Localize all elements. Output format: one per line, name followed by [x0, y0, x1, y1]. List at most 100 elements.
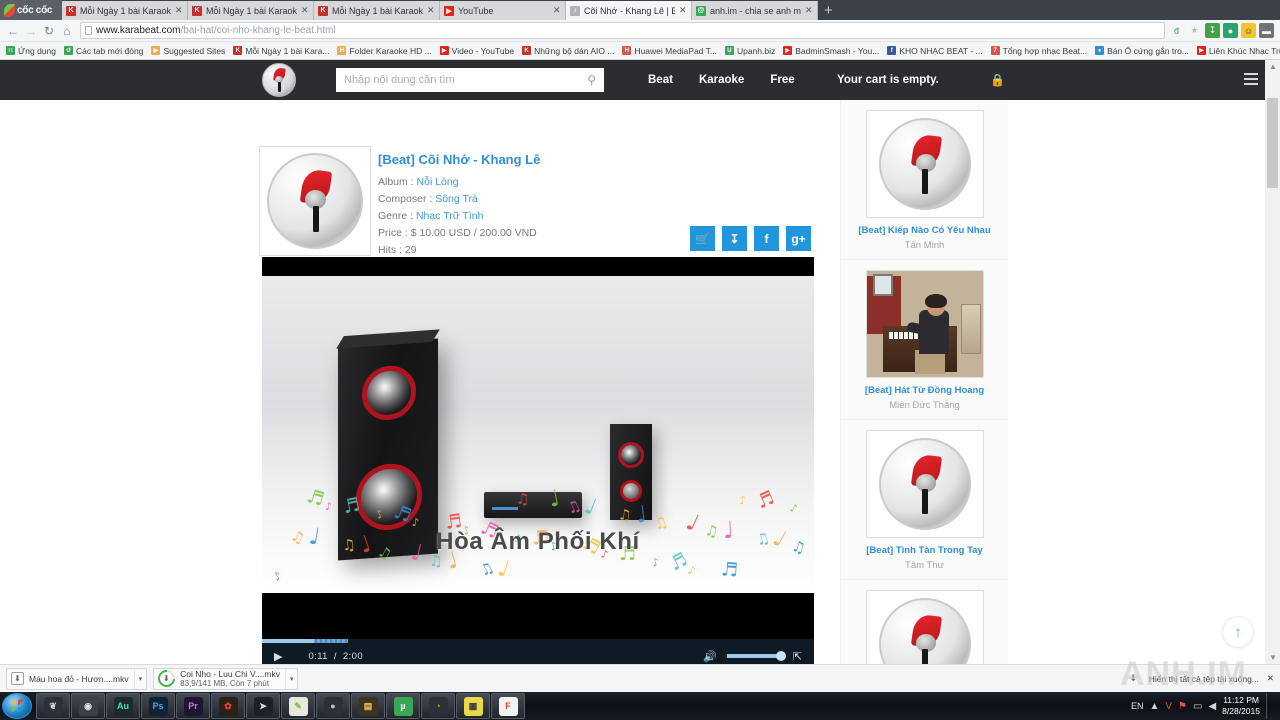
- taskbar-app-cursor[interactable]: ➤: [246, 693, 280, 719]
- tray-language-indicator[interactable]: EN: [1131, 701, 1144, 711]
- taskbar-app-media[interactable]: ◉: [71, 693, 105, 719]
- fullscreen-icon[interactable]: ⇱: [793, 650, 802, 663]
- taskbar-app-explorer[interactable]: ▤: [351, 693, 385, 719]
- browser-tab-4[interactable]: ♪ Cõi Nhớ - Khang Lê | Beat ✕: [566, 1, 692, 20]
- taskbar-app-premiere[interactable]: Pr: [176, 693, 210, 719]
- related-song-item[interactable]: [Beat] Tình Tàn Trong Tay Tâm Thư: [841, 420, 1008, 580]
- taskbar-app-disc[interactable]: ●: [316, 693, 350, 719]
- download-icon[interactable]: ↧: [1205, 23, 1220, 38]
- search-input[interactable]: [344, 74, 588, 86]
- scrollbar-thumb[interactable]: [1267, 98, 1278, 188]
- taskbar-app-firefox[interactable]: ◔: [421, 693, 455, 719]
- browser-tab-0[interactable]: K Mỗi Ngày 1 bài Karaoke!!! ✕: [62, 1, 188, 20]
- taskbar-app-audition[interactable]: Au: [106, 693, 140, 719]
- address-bar[interactable]: www.karabeat.com/bai-hat/coi-nho-khang-l…: [80, 22, 1165, 39]
- bookmark-2[interactable]: ▶ Suggested Sites: [148, 46, 228, 56]
- close-download-bar-button[interactable]: ✕: [1267, 673, 1274, 684]
- bookmark-7[interactable]: H Huawei MediaPad T...: [619, 46, 720, 56]
- lock-icon[interactable]: 🔒: [990, 73, 1005, 87]
- site-nav-item-karaoke[interactable]: Karaoke: [699, 74, 744, 86]
- tray-unikey-icon[interactable]: V: [1165, 701, 1172, 712]
- site-nav-item-beat[interactable]: Beat: [648, 74, 673, 86]
- video-player[interactable]: ♪ ♫ ♬ ♩ ♪ ♫ ♬ ♩ ♪ ♫ ♬ ♩ ♪ ♫ ♬ ♩ ♪ ♫ ♬ ♩ ♪ ♫ ♬ ♩ ♪ ♫ ♬ ♩ ♪ ♫ ♬ ♩ ♪ ♫ ♬ ♩ ♪ ♫ ♬ ♩…: [262, 257, 814, 664]
- new-tab-button[interactable]: +: [818, 2, 839, 20]
- tab-close-button[interactable]: ✕: [301, 5, 309, 16]
- bookmark-1[interactable]: ↺ Các tab mới đóng: [61, 46, 146, 56]
- google-plus-share-button[interactable]: g+: [786, 226, 811, 251]
- start-button[interactable]: [2, 693, 32, 719]
- browser-tab-3[interactable]: ▶ YouTube ✕: [440, 1, 566, 20]
- browser-tab-5[interactable]: @ anh.im - chia se anh mien ✕: [692, 1, 818, 20]
- reload-button[interactable]: ↻: [40, 24, 58, 38]
- composer-link[interactable]: Sông Trà: [435, 193, 478, 205]
- tray-clock[interactable]: 11:12 PM 8/28/2015: [1222, 695, 1260, 717]
- tab-close-button[interactable]: ✕: [175, 5, 183, 16]
- taskbar-app-hydra[interactable]: ❦: [36, 693, 70, 719]
- search-box[interactable]: ⚲: [336, 68, 604, 92]
- extension-badge-icon[interactable]: ●: [1223, 23, 1238, 38]
- browser-tab-2[interactable]: K Mỗi Ngày 1 bài Karaoke!!! ✕: [314, 1, 440, 20]
- bookmark-8[interactable]: U Upanh.biz: [722, 46, 778, 56]
- search-icon[interactable]: ⚲: [587, 73, 596, 87]
- volume-icon[interactable]: 🔊: [703, 650, 717, 663]
- progress-bar[interactable]: [262, 639, 814, 643]
- taskbar-app-format[interactable]: F: [491, 693, 525, 719]
- show-desktop-button[interactable]: [1266, 693, 1274, 719]
- download-button[interactable]: ↧: [722, 226, 747, 251]
- download-item[interactable]: ⬇ Máu hoa đỏ - Hươn....mkv ▾: [6, 667, 148, 690]
- translate-icon[interactable]: đ: [1169, 23, 1184, 38]
- tab-close-button[interactable]: ✕: [427, 5, 435, 16]
- tab-close-button[interactable]: ✕: [553, 5, 561, 16]
- add-to-cart-button[interactable]: 🛒: [690, 226, 715, 251]
- hamburger-menu-icon[interactable]: [1244, 73, 1258, 88]
- bookmark-6[interactable]: K Những bộ dán AIO ...: [519, 46, 617, 56]
- scrollbar-down-arrow[interactable]: ▼: [1269, 653, 1277, 662]
- download-menu-caret[interactable]: ▾: [133, 668, 142, 689]
- download-menu-caret[interactable]: ▾: [284, 668, 293, 689]
- tray-expand-icon[interactable]: ▲: [1149, 701, 1159, 712]
- show-all-downloads-link[interactable]: Hiển thị tất cả tệp tải xuống...: [1149, 674, 1259, 684]
- genre-link[interactable]: Nhạc Trữ Tình: [416, 210, 484, 222]
- bookmark-13[interactable]: ▶Liên Khúc Nhạc Trữ ...: [1194, 46, 1280, 56]
- taskbar-app-movie[interactable]: ▦: [456, 693, 490, 719]
- scrollbar-up-arrow[interactable]: ▲: [1269, 62, 1277, 71]
- scroll-to-top-button[interactable]: ↑: [1222, 616, 1254, 648]
- play-icon[interactable]: ▶: [274, 650, 282, 663]
- tray-volume-icon[interactable]: ◀: [1208, 701, 1216, 712]
- bookmark-12[interactable]: ● Bán Ổ cứng gắn tro...: [1092, 46, 1192, 56]
- volume-slider[interactable]: [726, 651, 786, 661]
- album-link[interactable]: Nỗi Lòng: [417, 176, 459, 188]
- related-song-title[interactable]: [Beat] Tình Tàn Trong Tay: [841, 544, 1008, 557]
- tray-antivirus-icon[interactable]: ⚑: [1178, 701, 1187, 712]
- download-item[interactable]: ⬇ Coi Nho - Luu Chi V....mkv 83,9/141 MB, …: [153, 666, 299, 691]
- bookmark-star-icon[interactable]: ★: [1187, 23, 1202, 38]
- site-logo[interactable]: [262, 63, 296, 97]
- related-song-item[interactable]: [Beat] Hát Từ Đồng Hoang Miên Đức Thắng: [841, 260, 1008, 420]
- related-song-title[interactable]: [Beat] Kiếp Nào Có Yêu Nhau: [841, 224, 1008, 237]
- browser-tab-1[interactable]: K Mỗi Ngày 1 bài Karaoke!!! ✕: [188, 1, 314, 20]
- bookmark-10[interactable]: f KHO NHẠC BEAT - ...: [884, 46, 985, 56]
- facebook-share-button[interactable]: f: [754, 226, 779, 251]
- site-nav-item-free[interactable]: Free: [770, 74, 794, 86]
- bookmark-5[interactable]: ▶ Video - YouTube: [437, 46, 517, 56]
- tab-close-button[interactable]: ✕: [805, 5, 813, 16]
- tray-network-icon[interactable]: ▭: [1193, 701, 1202, 712]
- video-stage[interactable]: ♪ ♫ ♬ ♩ ♪ ♫ ♬ ♩ ♪ ♫ ♬ ♩ ♪ ♫ ♬ ♩ ♪ ♫ ♬ ♩ ♪ ♫ ♬ ♩ ♪ ♫ ♬ ♩ ♪ ♫ ♬ ♩ ♪ ♫ ♬ ♩ ♪ ♫ ♬ ♩…: [262, 276, 814, 593]
- tab-close-button[interactable]: ✕: [679, 5, 687, 16]
- coccoc-logo[interactable]: cốc cốc: [0, 0, 62, 20]
- back-button[interactable]: ←: [4, 24, 22, 38]
- taskbar-app-photoshop[interactable]: Ps: [141, 693, 175, 719]
- related-song-item[interactable]: [Beat] Kiếp Nào Có Yêu Nhau Tấn Minh: [841, 100, 1008, 260]
- taskbar-app-utorrent[interactable]: µ: [386, 693, 420, 719]
- related-song-item[interactable]: [Beat] Tình Vẫn Chưa Yên: [841, 580, 1008, 664]
- page-scrollbar[interactable]: ▲ ▼: [1265, 60, 1280, 664]
- bookmark-4[interactable]: H Folder Karaoke HD ...: [334, 46, 434, 56]
- home-button[interactable]: ⌂: [58, 24, 76, 38]
- taskbar-app-notepad[interactable]: ✎: [281, 693, 315, 719]
- bookmark-0[interactable]: ∷ Ứng dụng: [3, 46, 59, 56]
- related-song-title[interactable]: [Beat] Hát Từ Đồng Hoang: [841, 384, 1008, 397]
- battery-icon[interactable]: ▬: [1259, 23, 1274, 38]
- bookmark-11[interactable]: 7 Tổng hợp nhạc Beat...: [988, 46, 1091, 56]
- taskbar-app-proshow[interactable]: ✿: [211, 693, 245, 719]
- emoji-icon[interactable]: ☺: [1241, 23, 1256, 38]
